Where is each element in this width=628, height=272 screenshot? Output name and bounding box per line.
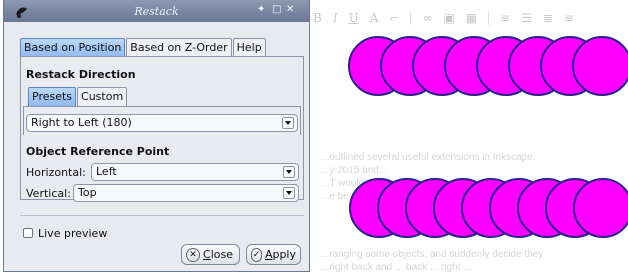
apply-button[interactable]: ✓ Apply xyxy=(246,244,301,265)
tab-based-on-z-order[interactable]: Based on Z-Order xyxy=(126,38,232,57)
restack-direction-heading: Restack Direction xyxy=(26,68,136,81)
tab-custom[interactable]: Custom xyxy=(77,87,128,106)
mode-tabs: Based on Position Based on Z-Order Help xyxy=(20,38,267,57)
close-window-icon[interactable]: ✕ xyxy=(286,4,294,16)
vertical-value: Top xyxy=(78,186,97,199)
horizontal-value: Left xyxy=(96,165,117,178)
dialog-titlebar[interactable]: Restack ✦ □ ✕ xyxy=(4,0,309,22)
circle-row-top xyxy=(348,36,628,96)
magenta-circle[interactable] xyxy=(572,36,628,96)
chevron-down-icon xyxy=(283,166,295,178)
live-preview-label: Live preview xyxy=(38,226,108,240)
circle-row-bottom xyxy=(349,178,628,238)
chevron-down-icon xyxy=(283,187,295,199)
horizontal-select[interactable]: Left xyxy=(91,163,299,181)
cancel-icon: ✕ xyxy=(186,247,200,262)
direction-preset-value: Right to Left (180) xyxy=(31,116,132,129)
close-button[interactable]: ✕ Close xyxy=(181,244,240,265)
reference-point-heading: Object Reference Point xyxy=(26,145,170,158)
vertical-label: Vertical: xyxy=(26,187,71,200)
live-preview-row[interactable]: Live preview xyxy=(23,226,107,240)
pin-icon[interactable]: ✦ xyxy=(257,4,265,16)
restack-dialog: Restack ✦ □ ✕ Based on Position Based on… xyxy=(3,0,310,272)
position-panel: Restack Direction Presets Custom Right t… xyxy=(20,56,304,202)
direction-preset-select[interactable]: Right to Left (180) xyxy=(26,114,298,132)
vertical-select[interactable]: Top xyxy=(73,184,299,202)
horizontal-label: Horizontal: xyxy=(26,166,86,179)
maximize-icon[interactable]: □ xyxy=(272,4,281,16)
tab-based-on-position[interactable]: Based on Position xyxy=(20,38,126,57)
divider xyxy=(20,215,304,216)
magenta-circle[interactable] xyxy=(573,178,628,238)
checkmark-icon: ✓ xyxy=(251,247,262,262)
tab-presets[interactable]: Presets xyxy=(28,87,77,106)
tab-help[interactable]: Help xyxy=(232,38,266,57)
apply-button-label: Apply xyxy=(264,248,296,261)
chevron-down-icon xyxy=(282,117,294,129)
circles-canvas xyxy=(348,36,628,238)
direction-tabs: Presets Custom xyxy=(28,87,128,106)
live-preview-checkbox[interactable] xyxy=(23,228,33,238)
close-button-label: Close xyxy=(203,248,233,261)
